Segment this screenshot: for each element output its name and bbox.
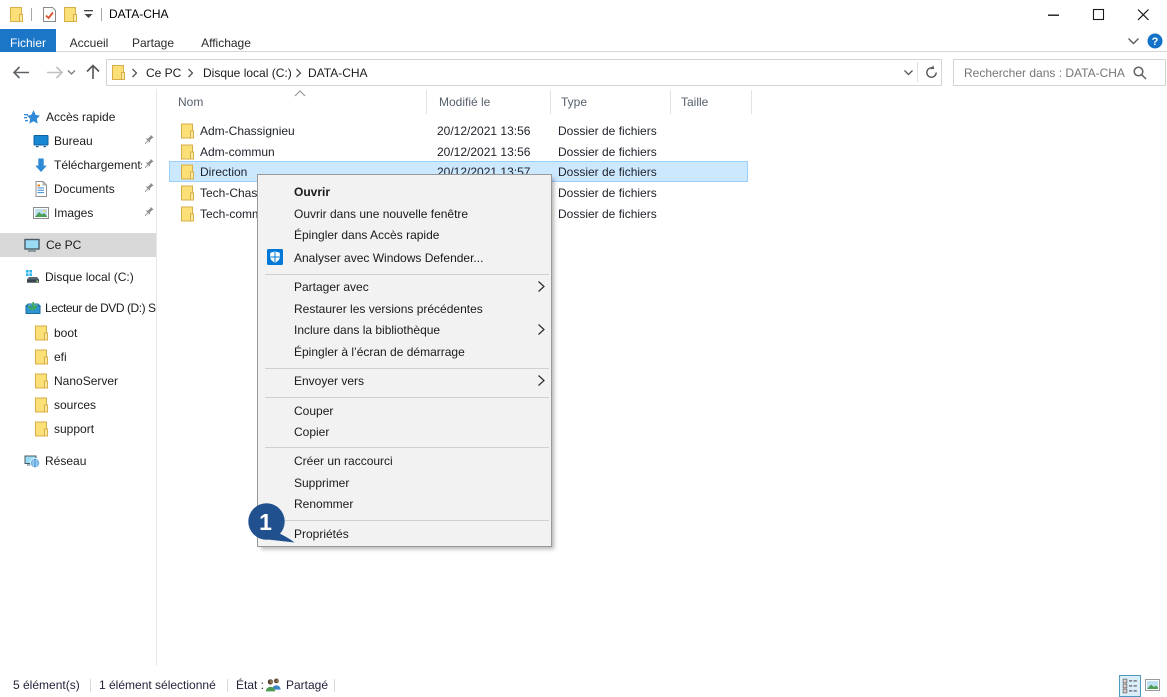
svg-text:1: 1 <box>259 509 272 535</box>
svg-text:?: ? <box>1152 36 1159 48</box>
